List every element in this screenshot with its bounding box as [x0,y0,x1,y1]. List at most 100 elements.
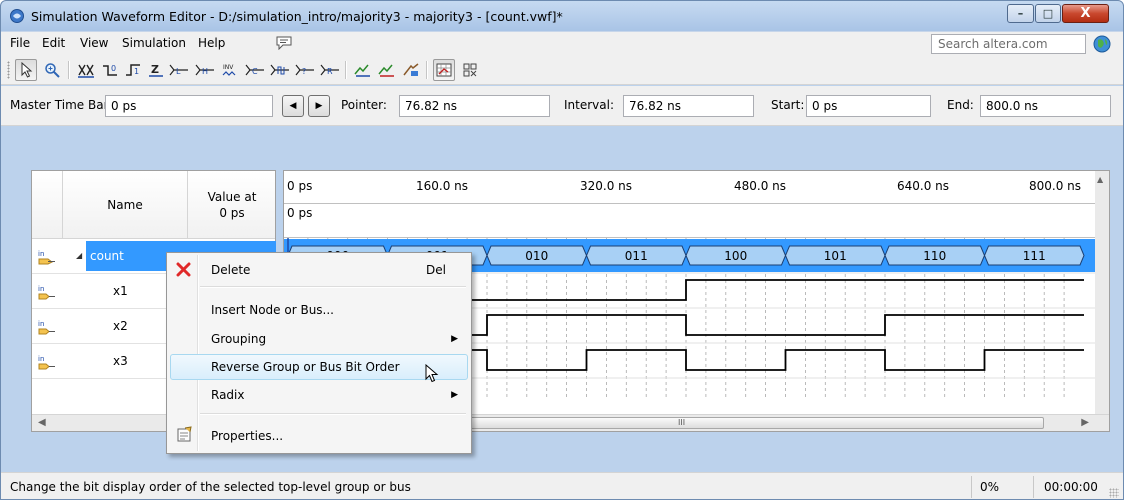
close-button[interactable]: X [1062,4,1109,23]
pointer-field: 76.82 ns [399,95,550,117]
mouse-cursor-icon [425,364,439,383]
master-time-bar-field[interactable]: 0 ps [105,95,273,117]
menu-edit[interactable]: Edit [42,36,65,50]
arbitrary-value-button[interactable]: R [319,59,341,81]
run-timing-simulation-button[interactable] [376,59,398,81]
time-tick-label: 480.0 ns [734,179,787,193]
toolbar-separator [345,61,346,79]
menu-bar: File Edit View Simulation Help Search al… [1,31,1123,55]
snap-to-grid-button[interactable] [433,59,455,81]
menu-item-properties[interactable]: Properties... [170,424,468,448]
menu-simulation[interactable]: Simulation [122,36,186,50]
weak-low-icon: L [169,64,188,76]
time-ruler[interactable]: 0 ps 160.0 ns 320.0 ns 480.0 ns 640.0 ns… [284,171,1109,204]
maximize-button[interactable]: □ [1035,4,1061,23]
bus-value-label: 010 [525,249,548,263]
weak-high-button[interactable]: H [194,59,216,81]
interval-label: Interval: [564,98,614,112]
svg-text:L: L [176,67,181,76]
weak-low-button[interactable]: L [168,59,190,81]
feedback-icon[interactable] [276,36,292,50]
menu-view[interactable]: View [80,36,108,50]
type-column-header [32,171,63,239]
status-bar: Change the bit display order of the sele… [1,472,1123,499]
previous-transition-button[interactable]: ◀ [282,95,304,117]
globe-search-icon[interactable] [1093,35,1111,53]
weak-high-icon: H [195,64,214,76]
submenu-arrow-icon: ▶ [451,390,458,400]
bus-value-label: 110 [923,249,946,263]
waveform-vertical-scrollbar[interactable]: ▲ ▼ [1095,171,1109,431]
time-tick-label: 800.0 ns [1029,179,1082,193]
toolbar-grip[interactable] [7,61,10,79]
high-impedance-button[interactable]: Z [145,59,167,81]
arbitrary-value-icon: R [320,64,339,76]
maximize-icon: □ [1042,7,1054,20]
svg-text:Z: Z [151,63,159,76]
menu-item-grouping[interactable]: Grouping ▶ [170,327,468,351]
menu-item-insert-node[interactable]: Insert Node or Bus... [170,298,468,322]
node-name: x1 [113,284,128,298]
grid-settings-button[interactable] [459,59,481,81]
bus-value-label: 111 [1023,249,1046,263]
resize-grip[interactable] [1109,488,1119,498]
svg-text:in: in [38,250,44,258]
node-name: x3 [113,354,128,368]
master-time-bar-label: Master Time Bar: [10,98,113,112]
grid-settings-icon [463,63,477,77]
left-arrow-icon: ◀ [289,101,297,111]
next-transition-button[interactable]: ▶ [308,95,330,117]
delete-x-icon [176,262,191,277]
forcing-high-button[interactable]: 1 [122,59,144,81]
toolbar-separator [426,61,427,79]
menu-file[interactable]: File [10,36,30,50]
svg-text:C: C [252,67,258,76]
count-value-icon: C [245,64,264,76]
invert-button[interactable]: INV [219,59,241,81]
scroll-left-icon[interactable]: ◀ [38,417,46,428]
name-column-header[interactable]: Name [63,171,188,239]
menu-help[interactable]: Help [198,36,225,50]
menu-item-radix[interactable]: Radix ▶ [170,383,468,407]
forcing-unknown-button[interactable] [75,59,97,81]
scroll-right-icon[interactable]: ▶ [1081,417,1089,428]
menu-item-label: Radix [211,388,245,402]
scroll-up-icon[interactable]: ▲ [1097,175,1103,184]
submenu-arrow-icon: ▶ [451,334,458,344]
start-label: Start: [771,98,805,112]
name-column-label: Name [107,198,143,212]
menu-item-delete[interactable]: Delete Del [170,258,468,282]
svg-text:in: in [38,320,44,328]
svg-text:INV: INV [223,64,234,71]
app-icon [10,9,24,23]
clock-button[interactable] [269,59,291,81]
expand-collapse-icon[interactable]: ◢ [76,251,82,260]
functional-simulation-icon [354,64,370,77]
minimize-icon: – [1017,7,1024,20]
zoom-tool-button[interactable] [41,59,63,81]
time-tick-label: 0 ps [287,179,313,193]
generate-netlist-button[interactable] [400,59,422,81]
right-arrow-icon: ▶ [315,101,323,111]
toolbar-separator [68,61,69,79]
value-column-label-line1: Value at [207,190,257,204]
selection-tool-button[interactable] [15,59,37,81]
forcing-low-button[interactable]: 0 [99,59,121,81]
minimize-button[interactable]: – [1007,4,1034,23]
time-tick-label: 320.0 ns [580,179,633,193]
time-tick-label: 160.0 ns [416,179,469,193]
close-icon: X [1080,6,1091,21]
run-functional-simulation-button[interactable] [352,59,374,81]
input-pin-icon: in [38,285,55,300]
count-value-button[interactable]: C [244,59,266,81]
low-value-icon: 0 [103,64,117,76]
title-bar[interactable]: Simulation Waveform Editor - D:/simulati… [1,1,1123,31]
random-values-button[interactable]: ? [294,59,316,81]
value-column-header[interactable]: Value at 0 ps [188,171,276,239]
end-label: End: [947,98,974,112]
snap-grid-icon [436,63,452,77]
menu-separator [200,286,466,287]
menu-item-reverse-bit-order[interactable]: Reverse Group or Bus Bit Order [170,354,468,380]
search-input[interactable]: Search altera.com [931,34,1086,54]
menu-item-label: Delete [211,263,251,277]
